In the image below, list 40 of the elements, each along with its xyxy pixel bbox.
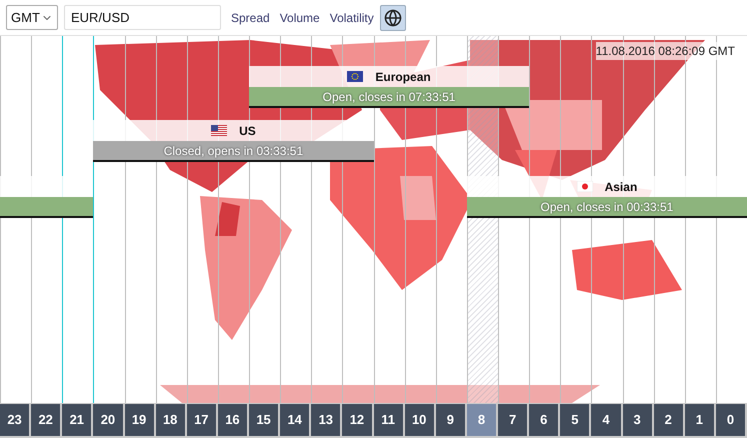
metric-link[interactable]: Volume xyxy=(280,8,320,26)
hour-cell[interactable]: 20 xyxy=(93,404,124,436)
hour-cell[interactable]: 11 xyxy=(374,404,405,436)
hour-cell[interactable]: 7 xyxy=(498,404,530,436)
hour-cell[interactable]: 10 xyxy=(404,404,436,436)
hour-cell[interactable]: 19 xyxy=(124,404,156,436)
session-status: Open, closes in 00:33:51 xyxy=(466,197,747,216)
striped-flag-icon xyxy=(211,125,228,136)
hour-cell[interactable]: 2 xyxy=(654,404,685,436)
metric-link[interactable]: Volatility xyxy=(330,8,374,26)
hour-cell[interactable]: 23 xyxy=(0,404,32,436)
hour-cell[interactable]: 15 xyxy=(249,404,280,436)
timezone-select[interactable]: GMT xyxy=(6,5,58,30)
hour-cell[interactable]: 12 xyxy=(342,404,374,436)
timestamp: 11.08.2016 08:26:09 GMT xyxy=(596,42,735,60)
session-status: Closed, opens in 03:33:51 xyxy=(93,141,374,160)
hour-cell[interactable]: 0 xyxy=(716,404,747,436)
hour-cell[interactable]: 18 xyxy=(156,404,187,436)
session-status: Open, closes in 07:33:51 xyxy=(249,87,530,106)
symbol-field[interactable]: EUR/USD xyxy=(64,5,221,30)
hour-cell[interactable]: 21 xyxy=(62,404,94,436)
session-name: Asian xyxy=(604,178,638,196)
hour-cell[interactable]: 16 xyxy=(218,404,249,436)
hour-cell[interactable]: 1 xyxy=(684,404,716,436)
hour-cell[interactable]: 4 xyxy=(591,404,622,436)
session-name: US xyxy=(239,122,256,140)
hour-cell[interactable]: 9 xyxy=(436,404,467,436)
hour-cell[interactable]: 17 xyxy=(186,404,218,436)
hour-cell[interactable]: 5 xyxy=(560,404,592,436)
hour-cell[interactable]: 14 xyxy=(280,404,312,436)
star-ring-flag-icon xyxy=(347,71,364,82)
metric-link[interactable]: Spread xyxy=(231,8,270,26)
globe-icon xyxy=(384,8,402,26)
session-name: European xyxy=(375,68,431,86)
dot-flag-icon xyxy=(576,181,593,192)
hour-cell[interactable]: 22 xyxy=(31,404,62,436)
hour-cell[interactable]: 13 xyxy=(311,404,342,436)
globe-button[interactable] xyxy=(380,4,406,30)
hour-cell[interactable]: 3 xyxy=(622,404,654,436)
hour-cell[interactable]: 6 xyxy=(529,404,560,436)
